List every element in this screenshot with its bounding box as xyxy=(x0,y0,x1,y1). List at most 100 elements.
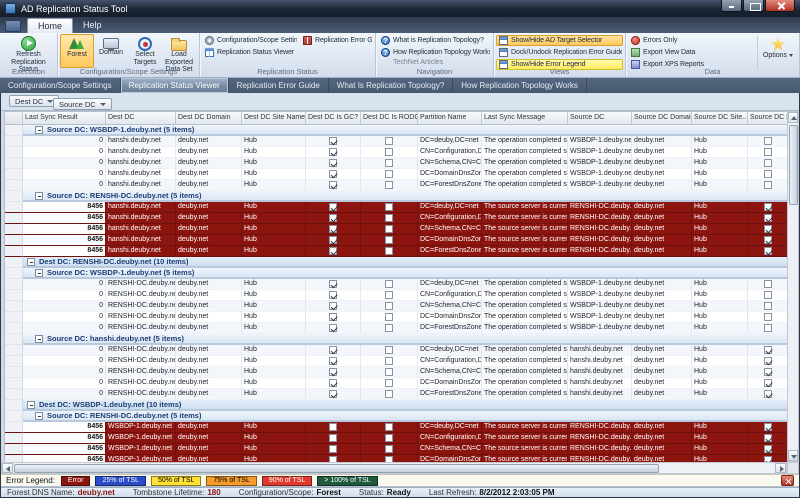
column-header-dest-dc-domain[interactable]: Dest DC Domain xyxy=(176,112,242,124)
grid-row[interactable]: 0 RENSHI-DC.deuby.net deuby.net Hub CN=Confi… xyxy=(5,356,788,367)
collapse-icon[interactable] xyxy=(35,268,43,277)
column-header-source-dc-domain[interactable]: Source DC Domain xyxy=(632,112,692,124)
grid-row[interactable]: 0 hanshi.deuby.net deuby.net Hub DC=deuby,DC… xyxy=(5,136,788,147)
checkbox-unchecked-icon xyxy=(385,445,393,453)
legend-close-button[interactable] xyxy=(781,475,794,486)
grid-row[interactable]: 0 hanshi.deuby.net deuby.net Hub DC=ForestDn… xyxy=(5,180,788,191)
cell-dest_site: Hub xyxy=(242,169,306,180)
checkbox-checked-icon xyxy=(329,291,337,299)
dock-undock-replication-error-guide-toggle[interactable]: Dock/Undock Replication Error Guide xyxy=(496,47,623,58)
grid-row[interactable]: 0 hanshi.deuby.net deuby.net Hub CN=Schema,C… xyxy=(5,158,788,169)
grid-row[interactable]: 0 RENSHI-DC.deuby.net deuby.net Hub CN=Schem… xyxy=(5,367,788,378)
cell-msg: The operation completed successfully. xyxy=(482,158,568,169)
grid-row[interactable]: 0 RENSHI-DC.deuby.net deuby.net Hub DC=Domai… xyxy=(5,312,788,323)
cell-dest_domain: deuby.net xyxy=(176,246,242,257)
replication-error-guide-button[interactable]: Replication Error Guide xyxy=(300,35,373,46)
column-header-last-sync-result[interactable]: Last Sync Result xyxy=(23,112,106,124)
cell-src_gc xyxy=(748,147,788,158)
vertical-scroll-thumb[interactable] xyxy=(788,125,798,205)
select-targets-button[interactable]: Select Targets xyxy=(128,34,162,68)
cell-partition: DC=DomainDnsZones,D... xyxy=(418,455,482,462)
grid-row[interactable]: 8456 hanshi.deuby.net deuby.net Hub DC=Fores… xyxy=(5,246,788,257)
collapse-icon[interactable] xyxy=(35,125,43,134)
grid-row[interactable]: 8456 WSBDP-1.deuby.net deuby.net Hub CN=Sche… xyxy=(5,444,788,455)
view-tab-configuration-scope-settings[interactable]: Configuration/Scope Settings xyxy=(0,78,121,93)
view-tab-how-replication-topology-works[interactable]: How Replication Topology Works xyxy=(453,78,587,93)
column-header-last-sync-message[interactable]: Last Sync Message xyxy=(482,112,568,124)
cell-msg: The operation completed successfully. xyxy=(482,389,568,400)
what-is-replication-topology-link[interactable]: What is Replication Topology? xyxy=(378,35,491,46)
column-header-dest-dc-is-rodc[interactable]: Dest DC Is RODC? xyxy=(361,112,418,124)
cell-src_gc xyxy=(748,169,788,180)
replication-status-viewer-button[interactable]: Replication Status Viewer xyxy=(202,47,298,58)
ribbon-tab-home[interactable]: Home xyxy=(27,18,74,33)
scroll-left-button[interactable] xyxy=(2,463,13,473)
grid-row[interactable]: 8456 WSBDP-1.deuby.net deuby.net Hub DC=Doma… xyxy=(5,455,788,462)
horizontal-scrollbar[interactable] xyxy=(1,462,787,474)
column-header-source-dc-site[interactable]: Source DC Site... xyxy=(692,112,748,124)
application-menu-button[interactable] xyxy=(5,20,21,32)
grid-row[interactable]: 0 RENSHI-DC.deuby.net deuby.net Hub DC=Domai… xyxy=(5,378,788,389)
how-replication-topology-works-link[interactable]: How Replication Topology Works xyxy=(378,47,491,58)
group-by-chip-source-dc[interactable]: Source DC xyxy=(53,98,112,110)
minimize-button[interactable] xyxy=(721,0,742,12)
collapse-icon[interactable] xyxy=(27,400,35,409)
grid-row[interactable]: 0 RENSHI-DC.deuby.net deuby.net Hub DC=deuby… xyxy=(5,279,788,290)
subgroup-header-row[interactable]: Source DC: WSBDP-1.deuby.net (5 items) xyxy=(5,268,788,279)
grid-row[interactable]: 0 RENSHI-DC.deuby.net deuby.net Hub CN=Schem… xyxy=(5,301,788,312)
export-view-data-button[interactable]: Export View Data xyxy=(628,47,755,58)
configuration-scope-settings-button[interactable]: Configuration/Scope Settings xyxy=(202,35,298,46)
ribbon-tab-help[interactable]: Help xyxy=(73,18,112,33)
options-button[interactable]: Options xyxy=(757,35,795,70)
grid-row[interactable]: 8456 hanshi.deuby.net deuby.net Hub DC=Domai… xyxy=(5,235,788,246)
cell-dest_rodc xyxy=(361,279,418,290)
cell-src_domain: deuby.net xyxy=(632,180,692,191)
grid-row[interactable]: 8456 WSBDP-1.deuby.net deuby.net Hub CN=Conf… xyxy=(5,433,788,444)
scroll-up-button[interactable] xyxy=(788,112,798,123)
show-hide-ad-target-selector-toggle[interactable]: Show/Hide AD Target Selector xyxy=(496,35,623,46)
load-exported-data-set-button[interactable]: Load Exported Data Set xyxy=(162,34,196,73)
grid-row[interactable]: 0 hanshi.deuby.net deuby.net Hub CN=Configur… xyxy=(5,147,788,158)
column-header-source-dc-is-g[interactable]: Source DC Is G... xyxy=(748,112,789,124)
view-tab-replication-status-viewer[interactable]: Replication Status Viewer xyxy=(120,78,229,93)
collapse-icon[interactable] xyxy=(27,257,35,266)
grid-row[interactable]: 8456 WSBDP-1.deuby.net deuby.net Hub DC=deub… xyxy=(5,422,788,433)
horizontal-scroll-thumb[interactable] xyxy=(14,463,659,473)
view-tab-replication-error-guide[interactable]: Replication Error Guide xyxy=(229,78,329,93)
errors-only-toggle[interactable]: Errors Only xyxy=(628,35,755,46)
subgroup-header-row[interactable]: Source DC: RENSHI-DC.deuby.net (5 items) xyxy=(5,411,788,422)
checkbox-unchecked-icon xyxy=(764,302,772,310)
grid-row[interactable]: 0 RENSHI-DC.deuby.net deuby.net Hub DC=deuby… xyxy=(5,345,788,356)
view-tab-what-is-replication-topology[interactable]: What Is Replication Topology? xyxy=(329,78,454,93)
cell-src_domain: deuby.net xyxy=(632,455,692,462)
vertical-scrollbar[interactable] xyxy=(787,111,799,462)
scroll-down-button[interactable] xyxy=(788,450,798,461)
grid-row[interactable]: 0 RENSHI-DC.deuby.net deuby.net Hub CN=Confi… xyxy=(5,290,788,301)
grid-row[interactable]: 8456 hanshi.deuby.net deuby.net Hub DC=deuby… xyxy=(5,202,788,213)
domain-button[interactable]: Domain xyxy=(94,34,128,68)
column-header-dest-dc-is-gc[interactable]: Dest DC Is GC? xyxy=(306,112,361,124)
checkbox-unchecked-icon xyxy=(385,181,393,189)
column-header-dest-dc[interactable]: Dest DC xyxy=(106,112,176,124)
group-header-row[interactable]: Dest DC: RENSHI-DC.deuby.net (10 items) xyxy=(5,257,788,268)
group-by-chip-dest-dc[interactable]: Dest DC xyxy=(9,95,60,107)
column-header-partition-name[interactable]: Partition Name xyxy=(418,112,482,124)
grid-row[interactable]: 0 RENSHI-DC.deuby.net deuby.net Hub DC=Fores… xyxy=(5,323,788,334)
column-header-source-dc[interactable]: Source DC xyxy=(568,112,632,124)
subgroup-header-row[interactable]: Source DC: WSBDP-1.deuby.net (5 items) xyxy=(5,125,788,136)
grid-row[interactable]: 8456 hanshi.deuby.net deuby.net Hub CN=Schem… xyxy=(5,224,788,235)
scroll-right-button[interactable] xyxy=(775,463,786,473)
collapse-icon[interactable] xyxy=(35,411,43,420)
column-header-dest-dc-site-name[interactable]: Dest DC Site Name xyxy=(242,112,306,124)
grid-row[interactable]: 0 RENSHI-DC.deuby.net deuby.net Hub DC=Fores… xyxy=(5,389,788,400)
grid-row[interactable]: 8456 hanshi.deuby.net deuby.net Hub CN=Confi… xyxy=(5,213,788,224)
collapse-icon[interactable] xyxy=(35,191,43,200)
close-button[interactable] xyxy=(765,0,795,12)
subgroup-header-row[interactable]: Source DC: hanshi.deuby.net (5 items) xyxy=(5,334,788,345)
forest-button[interactable]: Forest xyxy=(60,34,94,68)
maximize-button[interactable] xyxy=(743,0,764,12)
subgroup-header-row[interactable]: Source DC: RENSHI-DC.deuby.net (5 items) xyxy=(5,191,788,202)
grid-row[interactable]: 0 hanshi.deuby.net deuby.net Hub DC=DomainDn… xyxy=(5,169,788,180)
collapse-icon[interactable] xyxy=(35,334,43,343)
group-header-row[interactable]: Dest DC: WSBDP-1.deuby.net (10 items) xyxy=(5,400,788,411)
